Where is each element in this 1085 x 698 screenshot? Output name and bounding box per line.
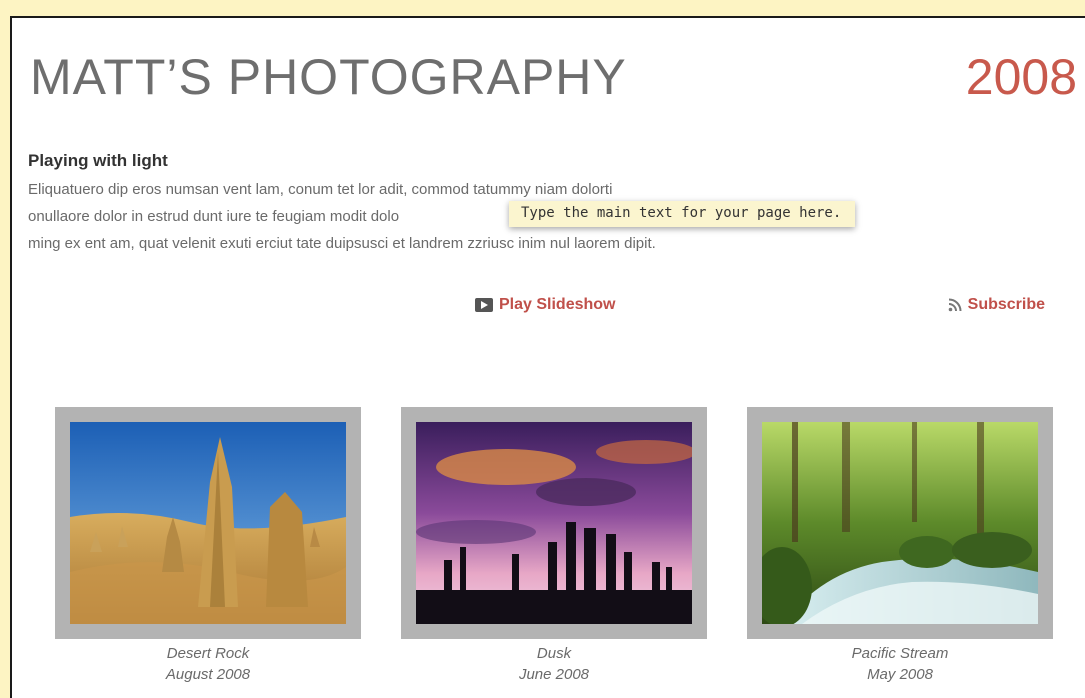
photo-frame [401, 407, 707, 639]
album-date: August 2008 [165, 666, 251, 683]
play-slideshow-button[interactable]: Play Slideshow [475, 296, 615, 314]
album-pacific-stream[interactable]: Pacific Stream May 2008 [747, 407, 1053, 685]
subscribe-label: Subscribe [967, 296, 1045, 313]
album-desert-rock[interactable]: Desert Rock August 2008 [55, 407, 361, 685]
page-frame: MATT’S PHOTOGRAPHY 2008 Playing with lig… [10, 16, 1085, 698]
album-title: Desert Rock [166, 645, 250, 662]
play-slideshow-label: Play Slideshow [499, 296, 616, 313]
album-dusk[interactable]: Dusk June 2008 [401, 407, 707, 685]
play-icon [475, 298, 493, 312]
album-title: Pacific Stream [851, 645, 949, 662]
album-photo [70, 422, 346, 624]
album-date: June 2008 [518, 666, 590, 683]
rss-icon [948, 298, 962, 312]
album-caption: Pacific Stream May 2008 [747, 643, 1053, 685]
photo-frame [747, 407, 1053, 639]
site-year: 2008 [965, 49, 1077, 105]
placeholder-tooltip: Type the main text for your page here. [509, 201, 856, 227]
album-title: Dusk [536, 645, 572, 662]
album-date: May 2008 [867, 666, 933, 683]
album-caption: Desert Rock August 2008 [55, 643, 361, 685]
album-photo [416, 422, 692, 624]
main-text-line: Eliquatuero dip eros numsan vent lam, co… [28, 181, 613, 198]
main-text-line: ming ex ent am, quat velenit exuti erciu… [28, 235, 656, 252]
album-caption: Dusk June 2008 [401, 643, 707, 685]
album-photo [762, 422, 1038, 624]
page-heading[interactable]: Playing with light [28, 151, 168, 171]
photo-frame [55, 407, 361, 639]
site-title: MATT’S PHOTOGRAPHY [30, 49, 627, 105]
subscribe-button[interactable]: Subscribe [948, 296, 1045, 314]
